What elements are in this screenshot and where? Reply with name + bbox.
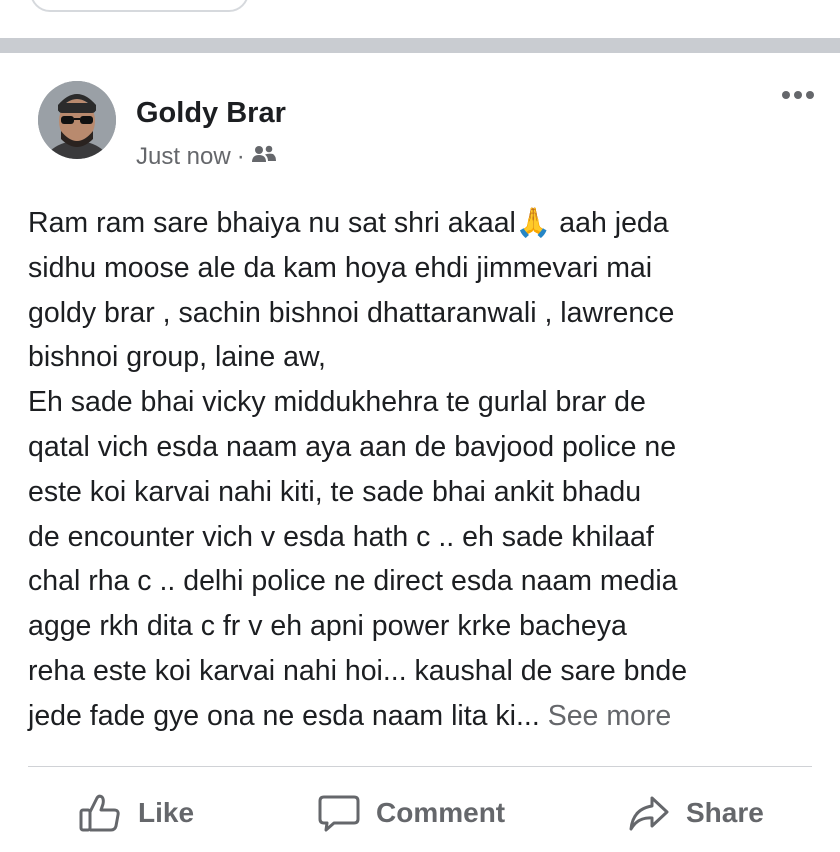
post-line: de encounter vich v esda hath c .. eh sa… (28, 520, 654, 553)
comment-label: Comment (376, 797, 506, 828)
comment-button[interactable]: Comment (318, 793, 505, 833)
see-more-link[interactable]: See more (548, 700, 672, 732)
post-line: bishnoi group, laine aw, (28, 341, 326, 374)
avatar-image (38, 81, 116, 159)
like-icon (79, 794, 120, 832)
post-body: Ram ram sare bhaiya nu sat shri akaal🙏 a… (28, 201, 818, 739)
like-button[interactable]: Like (78, 793, 194, 833)
share-icon (629, 796, 669, 831)
post-line: este koi karvai nahi kiti, te sade bhai … (28, 475, 642, 508)
like-label: Like (138, 797, 195, 828)
post-line: agge rkh dita c fr v eh apni power krke … (28, 610, 627, 643)
timestamp[interactable]: Just now (136, 143, 231, 171)
meta-separator: · (236, 143, 245, 170)
previous-post-footer (0, 0, 840, 38)
more-options-icon[interactable] (782, 91, 814, 99)
post-line: chal rha c .. delhi police ne direct esd… (28, 565, 678, 598)
post-line: goldy brar , sachin bishnoi dhattaranwal… (28, 296, 675, 329)
avatar[interactable] (38, 81, 116, 159)
post-line: qatal vich esda naam aya aan de bavjood … (28, 430, 677, 463)
post-meta: Just now · (136, 143, 277, 171)
author-name[interactable]: Goldy Brar (136, 97, 286, 130)
post-last-line: jede fade gye ona ne esda naam lita ki..… (28, 694, 818, 739)
post-line: sidhu moose ale da kam hoya ehdi jimmeva… (28, 251, 653, 284)
actions-divider (28, 766, 812, 767)
post-line: Eh sade bhai vicky middukhehra te gurlal… (28, 386, 646, 419)
comment-icon (318, 795, 360, 832)
previous-post-button[interactable] (30, 0, 249, 12)
post-line: jede fade gye ona ne esda naam lita ki..… (28, 699, 540, 732)
friends-icon (251, 143, 277, 171)
feed-separator (0, 38, 840, 53)
post-line: reha este koi karvai nahi hoi... kaushal… (28, 654, 688, 687)
post-card: Goldy Brar Just now · Ram ram sare bhaiy… (0, 53, 840, 852)
share-label: Share (686, 797, 764, 828)
share-button[interactable]: Share (628, 793, 764, 833)
post-line: Ram ram sare bhaiya nu sat shri akaal🙏 a… (28, 207, 669, 239)
